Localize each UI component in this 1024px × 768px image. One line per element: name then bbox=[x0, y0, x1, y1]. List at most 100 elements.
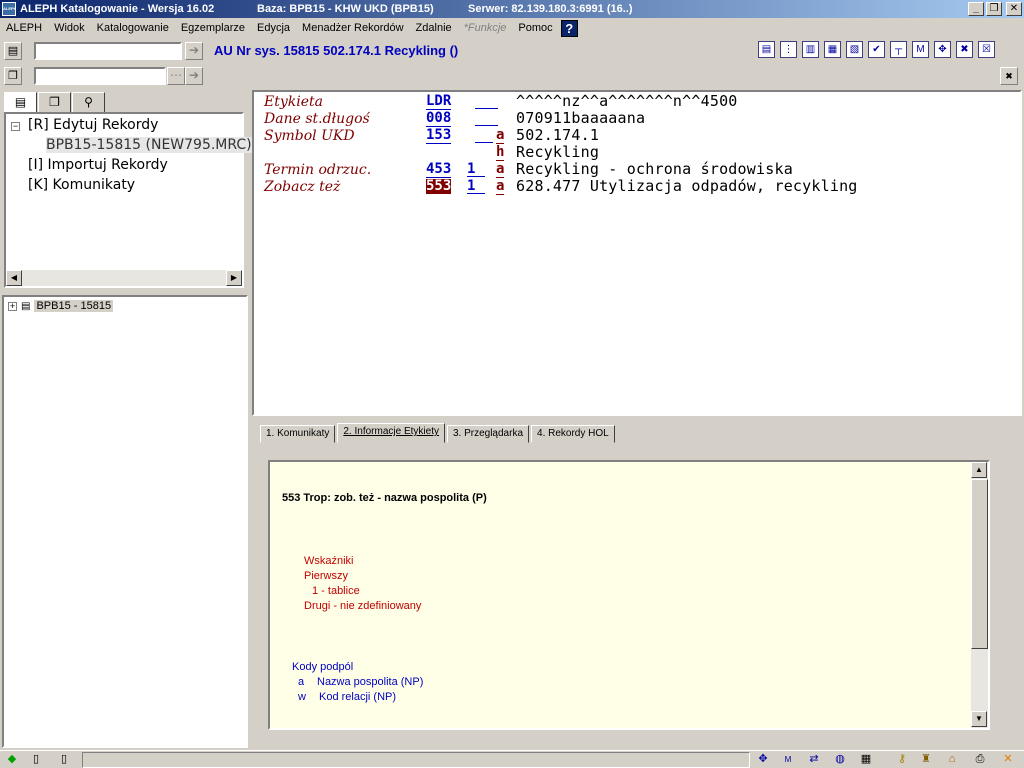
catalog-icon[interactable]: ▤ bbox=[4, 42, 22, 60]
go-arrow-button[interactable]: ➔ bbox=[185, 42, 203, 60]
record-toolbar: ▤ ⋮ ▥ ▦ ▧ ✔ ┬ M ✥ ✖ ☒ bbox=[758, 41, 995, 58]
key-icon[interactable]: ⚷ bbox=[894, 752, 910, 767]
split-icon[interactable]: ┬ bbox=[890, 41, 907, 58]
subfield-w-label: Kod relacji (NP) bbox=[319, 691, 397, 703]
marc-status-icon[interactable]: M bbox=[780, 752, 796, 767]
record-view-icon[interactable]: ▤ bbox=[758, 41, 775, 58]
close-panel-icon[interactable]: ✖ bbox=[1000, 67, 1018, 85]
menu-widok[interactable]: Widok bbox=[48, 22, 91, 34]
subfield-code[interactable]: h bbox=[496, 145, 505, 161]
window-title: ALEPH Katalogowanie - Wersja 16.02 bbox=[20, 3, 215, 15]
record-icon-2[interactable]: ▯ bbox=[56, 752, 72, 767]
close-record-icon[interactable]: ☒ bbox=[978, 41, 995, 58]
subfield-code[interactable]: a bbox=[496, 162, 505, 178]
record-icon[interactable]: ▯ bbox=[28, 752, 44, 767]
sync-icon[interactable]: ⇄ bbox=[806, 752, 822, 767]
tree-node-komunikaty[interactable]: [K] Komunikaty bbox=[28, 177, 135, 193]
field-indicator-1[interactable]: 1 bbox=[467, 179, 485, 194]
field-tag[interactable]: LDR bbox=[426, 94, 452, 110]
indicator-first: Pierwszy bbox=[304, 570, 349, 582]
network-icon[interactable]: ✥ bbox=[755, 752, 771, 767]
tab-komunikaty[interactable]: 1. Komunikaty bbox=[260, 425, 336, 443]
window-base: Baza: BPB15 - KHW UKD (BPB15) bbox=[257, 3, 434, 15]
field-tag[interactable]: 008 bbox=[426, 111, 452, 127]
menu-pomoc[interactable]: Pomoc bbox=[512, 22, 558, 34]
marc-icon[interactable]: M bbox=[912, 41, 929, 58]
go-arrow-button-2[interactable]: ➔ bbox=[185, 67, 203, 85]
scroll-right-icon[interactable]: ▶ bbox=[226, 270, 242, 286]
printer-icon[interactable]: ⎙ bbox=[972, 752, 988, 767]
list-icon[interactable]: ▦ bbox=[824, 41, 841, 58]
field-value[interactable]: Recykling - ochrona środowiska bbox=[516, 162, 793, 177]
subfield-code[interactable]: a bbox=[496, 128, 505, 144]
field-label: Symbol UKD bbox=[264, 128, 355, 144]
book-icon[interactable]: ▥ bbox=[802, 41, 819, 58]
status-message-field bbox=[82, 752, 750, 768]
tree-node-record[interactable]: BPB15-15815 (NEW795.MRC) bbox=[46, 137, 252, 153]
home-icon[interactable]: ⌂ bbox=[944, 752, 960, 767]
field-value[interactable]: ^^^^^nz^^a^^^^^^^n^^4500 bbox=[516, 94, 738, 109]
expand-icon[interactable]: ✥ bbox=[934, 41, 951, 58]
scroll-left-icon[interactable]: ◀ bbox=[6, 270, 22, 286]
tree-node-importuj-rekordy[interactable]: [I] Importuj Rekordy bbox=[28, 157, 168, 173]
tab-tree-view[interactable]: ▤ bbox=[4, 92, 37, 113]
check-icon[interactable]: ✔ bbox=[868, 41, 885, 58]
minimize-button[interactable]: _ bbox=[968, 2, 984, 16]
tab-search-view[interactable]: ⚲ bbox=[72, 92, 105, 113]
menu-zdalnie[interactable]: Zdalnie bbox=[410, 22, 458, 34]
scroll-up-icon[interactable]: ▲ bbox=[971, 462, 987, 478]
field-indicator-1[interactable]: 1 bbox=[467, 162, 485, 177]
table-icon[interactable]: ▦ bbox=[858, 752, 874, 767]
copy-record-icon[interactable]: ▧ bbox=[846, 41, 863, 58]
field-indicator-2[interactable] bbox=[490, 111, 498, 126]
scroll-down-icon[interactable]: ▼ bbox=[971, 711, 987, 727]
field-value[interactable]: 502.174.1 bbox=[516, 128, 599, 143]
close-window-button[interactable]: ✕ bbox=[1006, 2, 1022, 16]
menu-menadzer-rekordow[interactable]: Menadżer Rekordów bbox=[296, 22, 410, 34]
aleph-app-icon[interactable]: ALEPH bbox=[2, 2, 16, 16]
globe-icon[interactable]: ◍ bbox=[832, 752, 848, 767]
connected-icon: ◆ bbox=[7, 753, 17, 765]
help-icon[interactable]: ? bbox=[560, 19, 578, 37]
subfield-code[interactable]: a bbox=[496, 179, 505, 195]
scroll-thumb[interactable] bbox=[971, 479, 988, 649]
left-navigation-panel: ▤ ❐ ⚲ − [R] Edytuj Rekordy BPB15-15815 (… bbox=[2, 90, 252, 290]
field-indicator-1[interactable] bbox=[475, 128, 493, 143]
tab-informacje-etykiety[interactable]: 2. Informacje Etykiety bbox=[337, 423, 445, 443]
subfield-w-code: w bbox=[298, 691, 306, 703]
indicator-first-value: 1 - tablice bbox=[312, 585, 360, 597]
field-value[interactable]: 628.477 Utylizacja odpadów, recykling bbox=[516, 179, 858, 194]
browse-button[interactable]: ⋯ bbox=[167, 67, 185, 85]
tab-copy-view[interactable]: ❐ bbox=[38, 92, 71, 113]
menu-funkcje: *Funkcje bbox=[463, 22, 507, 34]
copy-icon[interactable]: ❐ bbox=[4, 67, 22, 85]
vertical-scrollbar[interactable]: ▲ ▼ bbox=[971, 462, 988, 728]
tab-rekordy-hol[interactable]: 4. Rekordy HOL bbox=[531, 425, 615, 443]
tree-structure-icon[interactable]: ⋮ bbox=[780, 41, 797, 58]
field-value[interactable]: 070911baaaaana bbox=[516, 111, 645, 126]
indicators-header: Wskaźniki bbox=[304, 555, 354, 567]
expand-icon[interactable]: + bbox=[8, 301, 17, 311]
secondary-input[interactable] bbox=[34, 67, 166, 85]
search-input[interactable] bbox=[34, 42, 182, 60]
delete-field-icon[interactable]: ✖ bbox=[956, 41, 973, 58]
field-value[interactable]: Recykling bbox=[516, 145, 599, 160]
tab-przegladarka[interactable]: 3. Przeglądarka bbox=[446, 425, 530, 443]
field-tag[interactable]: 453 bbox=[426, 162, 452, 178]
field-tag-selected[interactable]: 553 bbox=[426, 179, 452, 194]
list-item[interactable]: + ▤ BPB15 - 15815 bbox=[8, 300, 114, 312]
horizontal-scrollbar[interactable]: ◀ ▶ bbox=[6, 270, 242, 286]
field-indicator-2[interactable] bbox=[490, 94, 498, 109]
tree-node-edytuj-rekordy[interactable]: [R] Edytuj Rekordy bbox=[28, 117, 158, 133]
menu-aleph[interactable]: ALEPH bbox=[0, 22, 48, 34]
restore-button[interactable]: ❐ bbox=[986, 2, 1002, 16]
menu-katalogowanie[interactable]: Katalogowanie bbox=[91, 22, 175, 34]
field-tag[interactable]: 153 bbox=[426, 128, 452, 144]
collapse-icon[interactable]: − bbox=[11, 122, 20, 131]
field-label: Dane st.długoś bbox=[264, 111, 370, 127]
subfield-a-code: a bbox=[298, 676, 305, 688]
tower-icon[interactable]: ♜ bbox=[918, 752, 934, 767]
menu-egzemplarze[interactable]: Egzemplarze bbox=[175, 22, 251, 34]
menu-edycja[interactable]: Edycja bbox=[251, 22, 296, 34]
exit-icon[interactable]: ✕ bbox=[1000, 752, 1016, 767]
